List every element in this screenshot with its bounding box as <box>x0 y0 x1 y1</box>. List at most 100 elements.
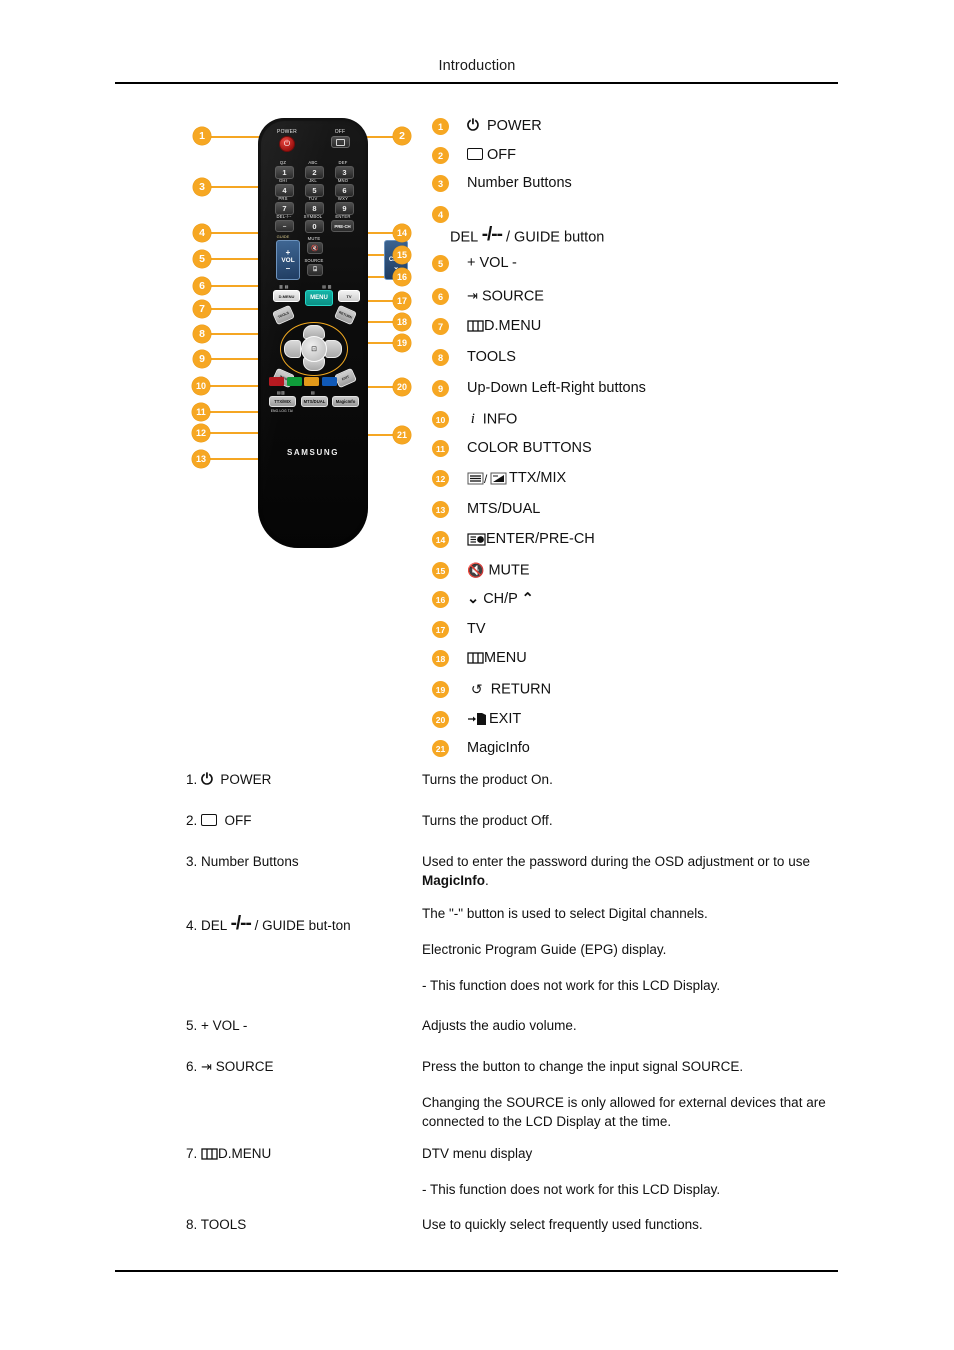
vol-label: VOL <box>281 256 295 264</box>
legend-label-19: ↺ RETURN <box>467 681 552 698</box>
legend-badge-5: 5 <box>432 255 449 272</box>
callout-badge-16: 16 <box>393 268 411 286</box>
del-dash-icon: -/-- <box>230 912 252 934</box>
desc-para: Use to quickly select frequently used fu… <box>422 1217 703 1232</box>
legend-label-11: COLOR BUTTONS <box>467 440 592 456</box>
mute-icon: 🔇 <box>467 562 485 578</box>
callout-badge-4: 4 <box>193 224 211 242</box>
remote-ttx-sublabel: ENG.LOG TA/ <box>270 409 294 413</box>
legend-item-9: 9 Up-Down Left-Right buttons <box>432 380 646 397</box>
dpad-enter-button[interactable]: ⊡ <box>301 336 327 362</box>
desc-label-1: 1. ⏻ POWER <box>186 770 272 788</box>
remote-brand-logo: SAMSUNG <box>286 448 340 457</box>
remote-off-label: OFF <box>334 129 346 135</box>
dpad-cluster[interactable]: ⊡ <box>284 325 342 371</box>
remote-power-button[interactable]: ⏻ <box>279 136 295 152</box>
callout-badge-14: 14 <box>393 224 411 242</box>
source-icon: ⇥ <box>201 1058 212 1074</box>
legend-item-16: 16 ⌄ CH/P ⌃ <box>432 591 534 608</box>
remote-magicinfo-button[interactable]: MagicInfo <box>332 396 359 407</box>
desc-text-3: Used to enter the password during the OS… <box>422 852 852 890</box>
document-page: Introduction POWER ⏻ OFF QZ ABC DEF 1 2 … <box>0 0 954 1350</box>
legend-badge-1: 1 <box>432 118 449 135</box>
legend-label-13: MTS/DUAL <box>467 501 541 517</box>
legend-badge-11: 11 <box>432 440 449 457</box>
legend-item-14: 14 ENTER/PRE-CH <box>432 531 595 548</box>
remote-symbol-label: SYMBOL <box>303 214 323 219</box>
numlabel-qz: QZ <box>279 160 287 165</box>
desc-label-2: 2. OFF <box>186 813 252 828</box>
leader-line-5 <box>210 258 264 260</box>
menu-bars-icon <box>201 1148 218 1161</box>
numlabel-jkl: JKL <box>309 178 317 183</box>
remote-mts-dual-button[interactable]: MTS/DUAL <box>301 396 328 407</box>
off-square-icon <box>201 814 218 827</box>
legend-item-12: 12 /TTX/MIX <box>432 470 566 487</box>
legend-item-21: 21 MagicInfo <box>432 740 530 757</box>
desc-para: - This function does not work for this L… <box>422 978 721 993</box>
leader-line-7 <box>210 308 265 310</box>
legend-label-2: OFF <box>467 147 516 164</box>
legend-badge-3: 3 <box>432 175 449 192</box>
return-arrow-icon: ↺ <box>467 681 483 697</box>
desc-text-7: DTV menu display - This function does no… <box>422 1144 852 1199</box>
legend-label-15: 🔇 MUTE <box>467 562 530 579</box>
remote-del-button[interactable]: – <box>275 220 294 232</box>
remote-menu-button[interactable]: MENU <box>305 290 333 306</box>
legend-item-18: 18 MENU <box>432 650 527 667</box>
desc-label-8: 8. TOOLS <box>186 1217 247 1232</box>
desc-label-7: 7. D.MENU <box>186 1146 272 1161</box>
legend-item-2: 2 OFF <box>432 147 516 164</box>
legend-label-7: D.MENU <box>467 318 541 335</box>
remote-key-0[interactable]: 0 <box>305 220 324 233</box>
dpad-left-button[interactable] <box>284 340 301 358</box>
legend-badge-18: 18 <box>432 650 449 667</box>
source-icon: ⇥ <box>467 288 478 303</box>
callout-badge-17: 17 <box>393 292 411 310</box>
remote-control-figure: POWER ⏻ OFF QZ ABC DEF 1 2 3 GHI JKL MNO… <box>190 108 760 768</box>
legend-badge-19: 19 <box>432 681 449 698</box>
legend-item-15: 15 🔇 MUTE <box>432 562 530 579</box>
legend-badge-2: 2 <box>432 147 449 164</box>
desc-para: Press the button to change the input sig… <box>422 1059 744 1074</box>
numlabel-prs: PRS <box>278 196 288 201</box>
callout-badge-5: 5 <box>193 250 211 268</box>
color-button-green[interactable] <box>286 377 302 386</box>
color-button-blue[interactable] <box>321 377 337 386</box>
callout-badge-21: 21 <box>393 426 411 444</box>
desc-text-2: Turns the product Off. <box>422 811 852 830</box>
chevron-up-icon: ⌃ <box>521 591 534 607</box>
remote-mute-button[interactable]: 🔇 <box>307 242 323 254</box>
desc-text-5: Adjusts the audio volume. <box>422 1016 852 1035</box>
callout-badge-12: 12 <box>192 424 210 442</box>
color-button-yellow[interactable] <box>304 377 319 386</box>
remote-ttx-mix-button[interactable]: TTX/MIX <box>269 396 296 407</box>
desc-text-6: Press the button to change the input sig… <box>422 1057 852 1131</box>
remote-dmenu-button[interactable]: D.MENU <box>273 290 300 302</box>
power-icon: ⏻ <box>201 770 213 788</box>
numlabel-abc: ABC <box>308 160 318 165</box>
exit-door-icon <box>468 713 486 726</box>
legend-label-6: ⇥ SOURCE <box>467 288 544 305</box>
callout-badge-11: 11 <box>192 403 210 421</box>
legend-badge-8: 8 <box>432 349 449 366</box>
remote-tv-button[interactable]: TV <box>338 290 360 302</box>
desc-para: Changing the SOURCE is only allowed for … <box>422 1095 826 1129</box>
remote-tools-button[interactable]: TOOLS <box>271 304 296 326</box>
legend-item-6: 6 ⇥ SOURCE <box>432 288 544 305</box>
color-button-red[interactable] <box>269 377 284 386</box>
legend-badge-17: 17 <box>432 621 449 638</box>
dpad-right-button[interactable] <box>325 340 342 358</box>
remote-prech-button[interactable]: PRE-CH <box>331 220 354 232</box>
legend-badge-6: 6 <box>432 288 449 305</box>
remote-source-button[interactable]: ⍈ <box>307 264 323 276</box>
remote-color-buttons[interactable] <box>269 377 337 386</box>
remote-vol-button[interactable]: + VOL – <box>276 240 300 280</box>
callout-badge-1: 1 <box>193 127 211 145</box>
remote-off-button[interactable] <box>331 136 350 148</box>
desc-para: Turns the product On. <box>422 772 553 787</box>
numlabel-tuv: TUV <box>308 196 318 201</box>
vol-plus-label: + <box>285 247 291 257</box>
off-square-icon <box>336 138 345 146</box>
remote-return-button[interactable]: RETURN <box>333 304 358 326</box>
